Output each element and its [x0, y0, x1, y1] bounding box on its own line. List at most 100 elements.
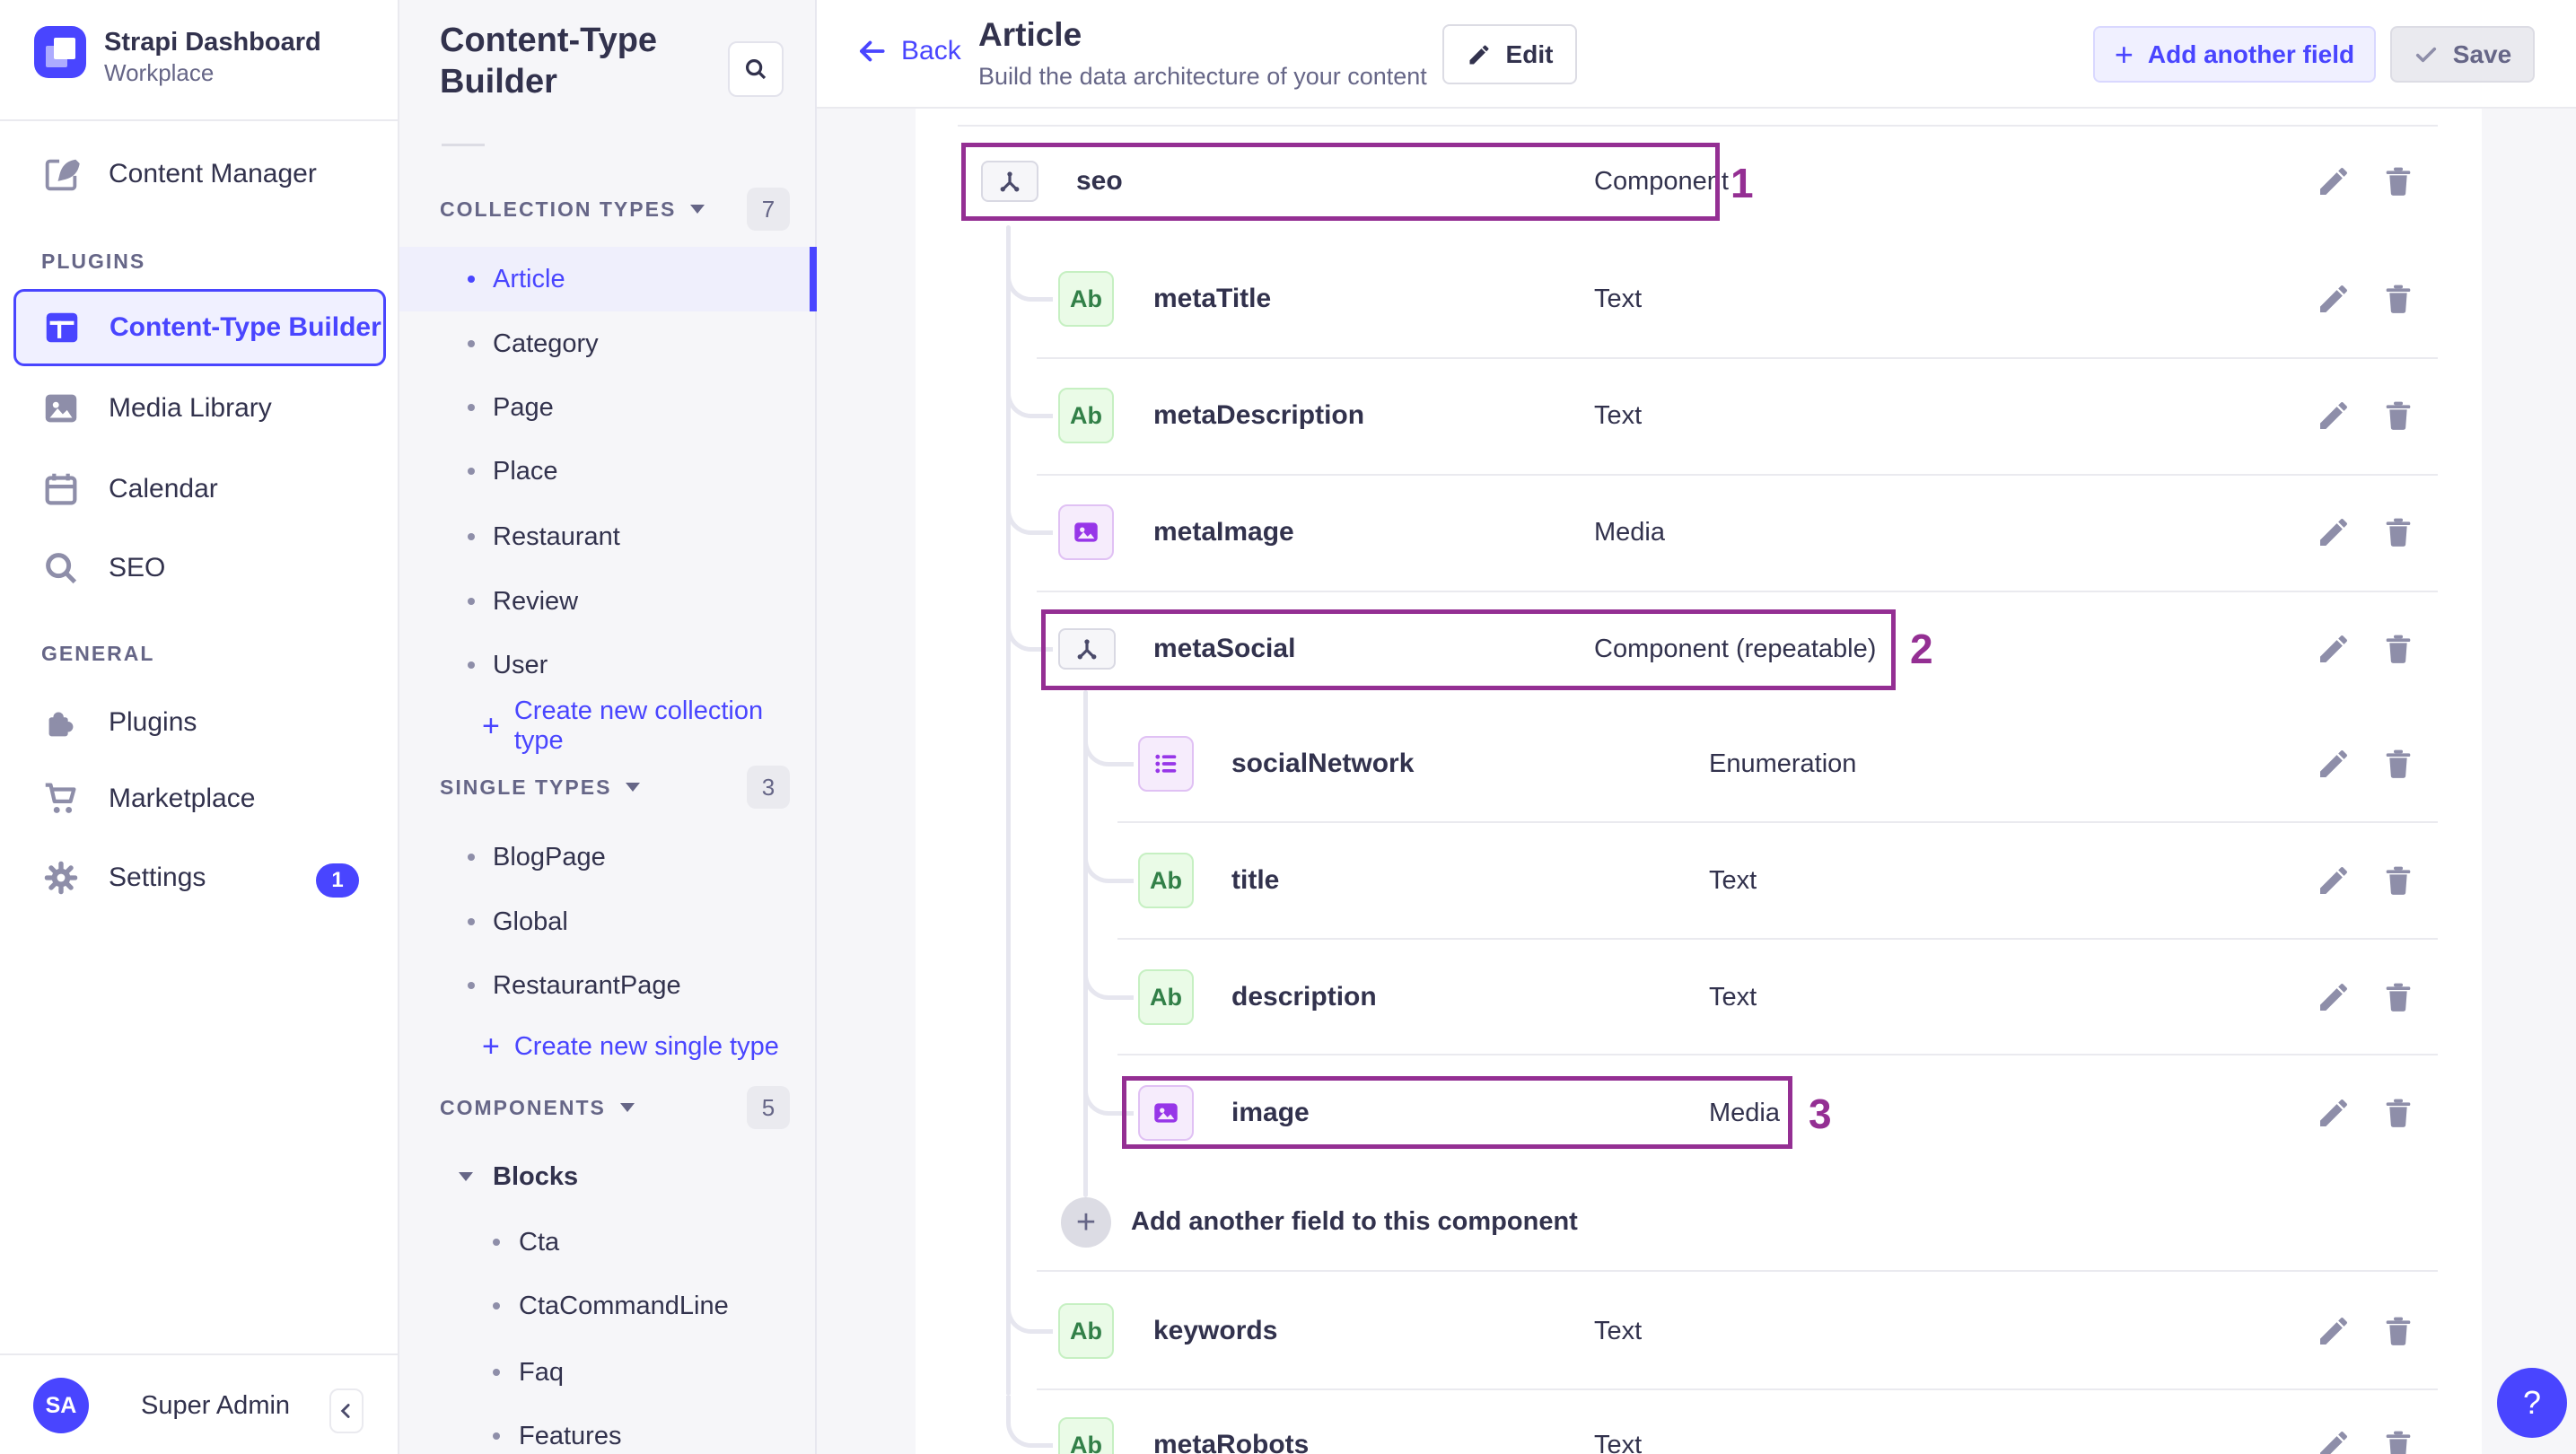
- gear-icon: [40, 857, 82, 898]
- page-title: Article: [978, 16, 1082, 53]
- row-divider: [1037, 1388, 2438, 1390]
- chevron-down-icon: [626, 783, 641, 792]
- sidebar-item-plugins[interactable]: Plugins: [0, 687, 399, 758]
- main-sidebar: Strapi Dashboard Workplace Content Manag…: [0, 0, 399, 1454]
- delete-field-button[interactable]: [2380, 514, 2416, 550]
- pencil-icon: [1469, 45, 1489, 64]
- plus-icon: +: [2114, 35, 2134, 73]
- sidebar-item-article[interactable]: Article: [399, 247, 817, 311]
- delete-field-button[interactable]: [2380, 1427, 2416, 1454]
- bullet-icon: [468, 854, 475, 861]
- collapse-sidebar-button[interactable]: [329, 1388, 364, 1433]
- field-row-metaimage: metaImage Media: [916, 487, 2482, 577]
- add-component-field-button[interactable]: +: [1061, 1197, 1111, 1248]
- edit-field-button[interactable]: [2316, 398, 2352, 434]
- sidebar-item-marketplace[interactable]: Marketplace: [0, 763, 399, 835]
- edit-field-button[interactable]: [2316, 979, 2352, 1015]
- field-row-metatitle: Ab metaTitle Text: [916, 254, 2482, 344]
- brand: Strapi Dashboard Workplace: [34, 26, 321, 87]
- sidebar-item-restaurant[interactable]: Restaurant: [399, 504, 817, 569]
- search-button[interactable]: [728, 41, 784, 97]
- sidebar-item-calendar[interactable]: Calendar: [0, 453, 399, 525]
- cart-icon: [40, 778, 82, 819]
- row-divider: [1037, 1270, 2438, 1272]
- add-another-field-button[interactable]: + Add another field: [2093, 26, 2376, 83]
- edit-field-button[interactable]: [2316, 1095, 2352, 1131]
- sidebar-item-place[interactable]: Place: [399, 439, 817, 504]
- active-indicator: [810, 247, 817, 311]
- enumeration-icon: [1138, 736, 1194, 792]
- bullet-icon: [468, 982, 475, 989]
- component-group-blocks[interactable]: Blocks: [399, 1144, 817, 1209]
- content-manager-icon: [40, 153, 82, 195]
- row-divider: [958, 125, 2438, 127]
- bullet-icon: [493, 1432, 500, 1440]
- sidebar-item-page[interactable]: Page: [399, 375, 817, 440]
- sidebar-item-content-manager[interactable]: Content Manager: [0, 138, 399, 210]
- edit-field-button[interactable]: [2316, 863, 2352, 898]
- edit-field-button[interactable]: [2316, 1427, 2352, 1454]
- sidebar-item-user[interactable]: User: [399, 633, 817, 697]
- sidebar-item-seo[interactable]: SEO: [0, 532, 399, 604]
- builder-title: Content-Type Builder: [440, 22, 658, 101]
- delete-field-button[interactable]: [2380, 746, 2416, 782]
- single-types-header[interactable]: SINGLE TYPES 3: [399, 755, 817, 819]
- sidebar-item-restaurantpage[interactable]: RestaurantPage: [399, 953, 817, 1018]
- sidebar-item-label: Marketplace: [109, 784, 256, 813]
- sidebar-item-cta[interactable]: Cta: [399, 1210, 817, 1274]
- field-row-keywords: Ab keywords Text: [916, 1286, 2482, 1376]
- components-count: 5: [747, 1086, 790, 1129]
- edit-field-button[interactable]: [2316, 631, 2352, 667]
- create-single-type-link[interactable]: + Create new single type: [399, 1014, 817, 1079]
- row-divider: [1037, 474, 2438, 476]
- component-icon: [1058, 628, 1116, 670]
- save-button[interactable]: Save: [2390, 26, 2535, 83]
- sidebar-item-settings[interactable]: Settings 1: [0, 842, 399, 914]
- chevron-down-icon: [459, 1172, 473, 1181]
- arrow-left-icon: [860, 40, 885, 62]
- create-collection-type-link[interactable]: + Create new collection type: [399, 694, 817, 758]
- delete-field-button[interactable]: [2380, 979, 2416, 1015]
- components-header[interactable]: COMPONENTS 5: [399, 1075, 817, 1140]
- bullet-icon: [468, 404, 475, 411]
- builder-sidebar: Content-Type Builder COLLECTION TYPES 7 …: [399, 0, 817, 1454]
- edit-field-button[interactable]: [2316, 1313, 2352, 1349]
- sidebar-item-blogpage[interactable]: BlogPage: [399, 825, 817, 889]
- delete-field-button[interactable]: [2380, 1313, 2416, 1349]
- field-row-socialnetwork: socialNetwork Enumeration: [916, 719, 2482, 809]
- sidebar-item-label: Content-Type Builder: [110, 312, 381, 342]
- sidebar-item-media-library[interactable]: Media Library: [0, 372, 399, 444]
- single-types-count: 3: [747, 766, 790, 809]
- back-button[interactable]: Back: [854, 34, 961, 68]
- help-button[interactable]: ?: [2497, 1368, 2567, 1438]
- bullet-icon: [468, 598, 475, 605]
- sidebar-item-faq[interactable]: Faq: [399, 1340, 817, 1405]
- edit-field-button[interactable]: [2316, 514, 2352, 550]
- sidebar-item-category[interactable]: Category: [399, 311, 817, 376]
- collection-types-header[interactable]: COLLECTION TYPES 7: [399, 177, 817, 241]
- brand-name: Strapi Dashboard: [104, 28, 321, 57]
- field-row-title: Ab title Text: [916, 836, 2482, 925]
- annotation-number-2: 2: [1910, 626, 1933, 672]
- sidebar-item-ctacommandline[interactable]: CtaCommandLine: [399, 1274, 817, 1338]
- add-component-field-label[interactable]: Add another field to this component: [1131, 1207, 1578, 1237]
- sidebar-item-features[interactable]: Features: [399, 1404, 817, 1454]
- content-type-builder-icon: [41, 307, 83, 348]
- avatar[interactable]: SA: [33, 1378, 89, 1433]
- edit-field-button[interactable]: [2316, 281, 2352, 317]
- sidebar-item-review[interactable]: Review: [399, 569, 817, 634]
- delete-field-button[interactable]: [2380, 281, 2416, 317]
- edit-field-button[interactable]: [2316, 163, 2352, 199]
- edit-field-button[interactable]: [2316, 746, 2352, 782]
- delete-field-button[interactable]: [2380, 398, 2416, 434]
- page-subtitle: Build the data architecture of your cont…: [978, 63, 1427, 90]
- sidebar-item-content-type-builder[interactable]: Content-Type Builder: [13, 289, 386, 366]
- bullet-icon: [468, 918, 475, 925]
- sidebar-item-global[interactable]: Global: [399, 889, 817, 954]
- edit-button[interactable]: Edit: [1442, 24, 1577, 84]
- delete-field-button[interactable]: [2380, 163, 2416, 199]
- delete-field-button[interactable]: [2380, 1095, 2416, 1131]
- delete-field-button[interactable]: [2380, 631, 2416, 667]
- bullet-icon: [468, 661, 475, 669]
- delete-field-button[interactable]: [2380, 863, 2416, 898]
